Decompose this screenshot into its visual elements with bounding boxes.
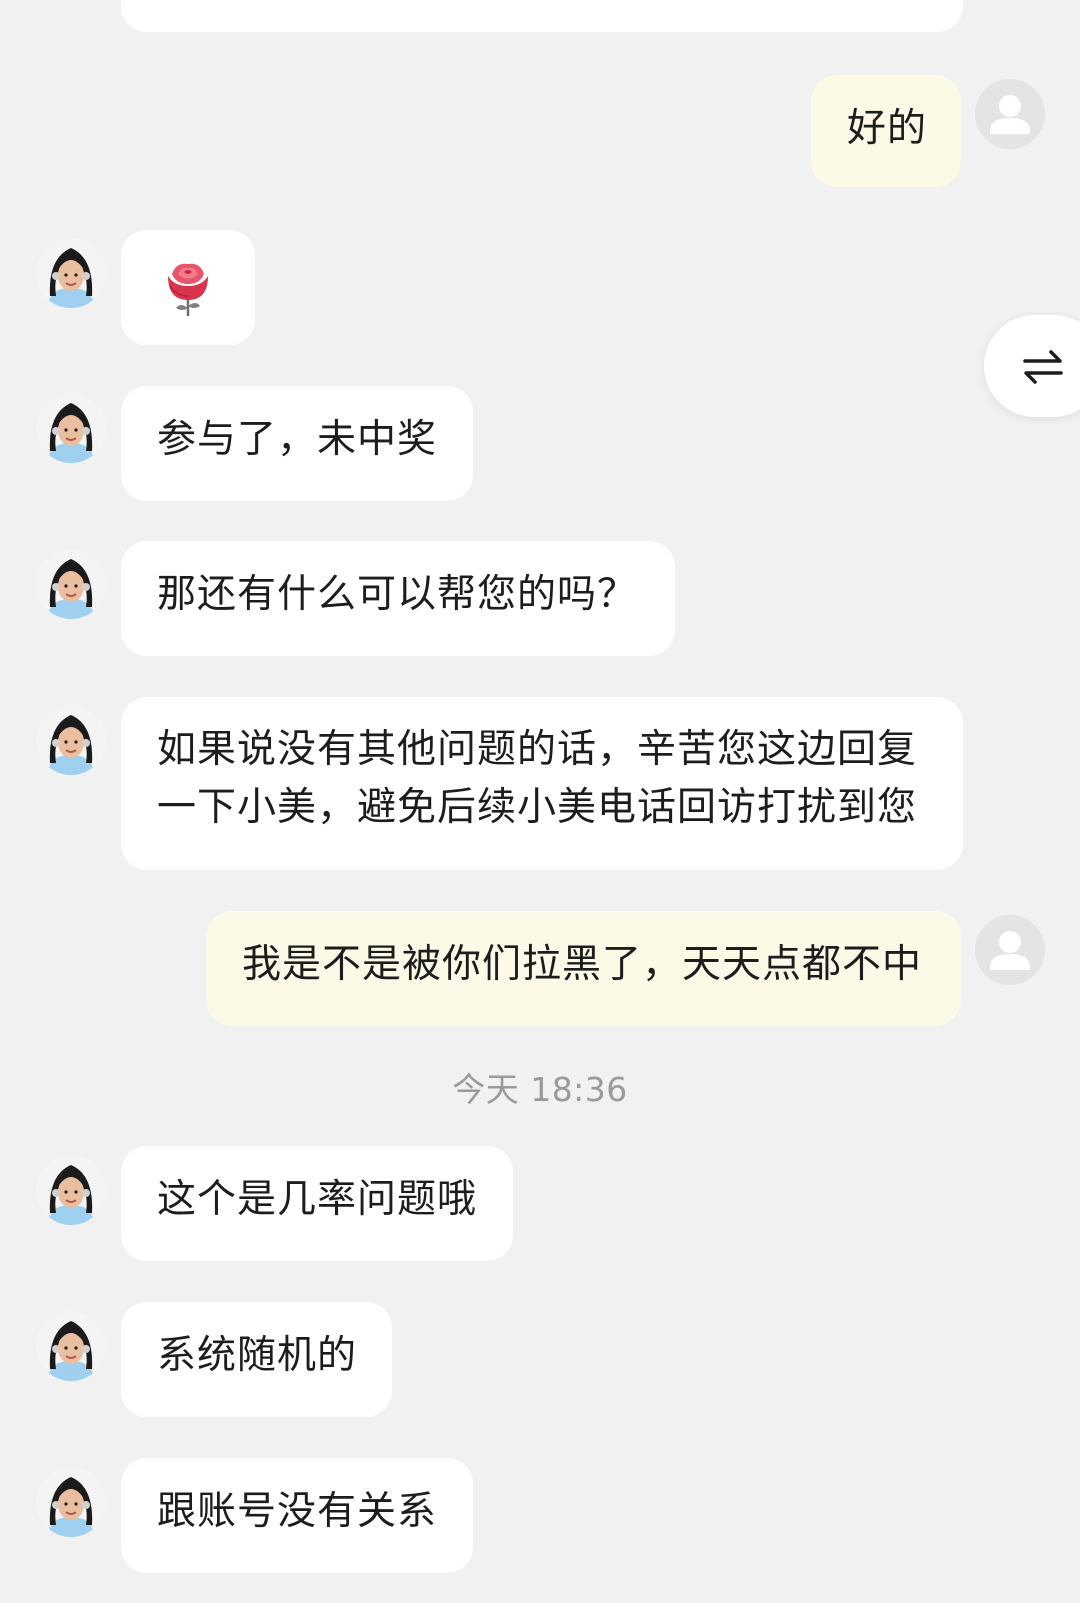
agent-avatar[interactable] — [36, 238, 106, 308]
agent-portrait-icon — [36, 1311, 106, 1381]
agent-message-bubble: 如果说没有其他问题的话，辛苦您这边回复 一下小美，避免后续小美电话回访打扰到您 — [121, 697, 963, 870]
default-user-icon — [975, 79, 1045, 149]
agent-portrait-icon — [36, 705, 106, 775]
agent-message-bubble: 这个是几率问题哦 — [121, 1146, 513, 1261]
message-text: 我是不是被你们拉黑了，天天点都不中 — [242, 942, 923, 987]
agent-message-bubble: 参与了，未中奖 — [121, 386, 473, 501]
agent-avatar[interactable] — [36, 705, 106, 775]
agent-message-bubble — [121, 230, 255, 345]
message-text-line-2: 一下小美，避免后续小美电话回访打扰到您 — [157, 785, 918, 830]
rose-emoji-icon — [168, 263, 208, 316]
agent-portrait-icon — [36, 1155, 106, 1225]
agent-avatar[interactable] — [36, 549, 106, 619]
agent-portrait-icon — [36, 393, 106, 463]
user-message-bubble: 好的 — [811, 75, 961, 187]
agent-message-bubble: 系统随机的 — [121, 1302, 392, 1417]
chat-thread: 好的 参与了，未中奖 那还有什么可以帮您的吗？ 如果说没有其他问题的话，辛苦您这… — [0, 0, 1080, 1603]
agent-portrait-icon — [36, 238, 106, 308]
agent-avatar[interactable] — [36, 1155, 106, 1225]
default-user-icon — [975, 915, 1045, 985]
agent-portrait-icon — [36, 549, 106, 619]
user-avatar[interactable] — [975, 79, 1045, 149]
message-text: 系统随机的 — [157, 1333, 358, 1378]
message-text: 跟账号没有关系 — [157, 1489, 438, 1534]
message-text: 参与了，未中奖 — [157, 417, 438, 462]
agent-message-bubble: 那还有什么可以帮您的吗？ — [121, 541, 675, 656]
timestamp: 今天 18:36 — [452, 1070, 628, 1109]
swap-button[interactable] — [984, 315, 1080, 417]
swap-arrows-icon — [1023, 350, 1063, 384]
user-avatar[interactable] — [975, 915, 1045, 985]
agent-message-bubble: 跟账号没有关系 — [121, 1458, 473, 1573]
message-text-line-1: 如果说没有其他问题的话，辛苦您这边回复 — [157, 727, 918, 772]
message-bubble-partial — [121, 0, 963, 32]
user-message-bubble: 我是不是被你们拉黑了，天天点都不中 — [206, 911, 961, 1026]
agent-avatar[interactable] — [36, 393, 106, 463]
agent-portrait-icon — [36, 1467, 106, 1537]
agent-avatar[interactable] — [36, 1311, 106, 1381]
message-text: 那还有什么可以帮您的吗？ — [157, 572, 638, 617]
message-text: 好的 — [847, 106, 928, 151]
message-text: 这个是几率问题哦 — [157, 1177, 478, 1222]
agent-avatar[interactable] — [36, 1467, 106, 1537]
